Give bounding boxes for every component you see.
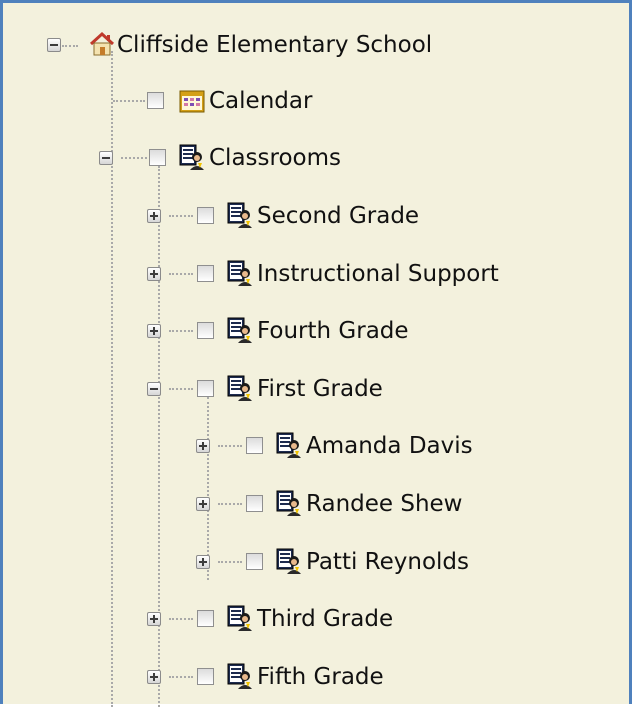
second-grade-checkbox[interactable]	[197, 207, 214, 224]
expand-toggle[interactable]	[147, 209, 161, 223]
tree-node-fourth-grade[interactable]: Fourth Grade	[147, 311, 487, 351]
tree-node-third-grade[interactable]: Third Grade	[147, 599, 467, 639]
home-icon	[89, 31, 115, 57]
tree-node-first-grade[interactable]: First Grade	[147, 369, 467, 409]
instructional-support-checkbox[interactable]	[197, 265, 214, 282]
randee-shew-checkbox[interactable]	[246, 495, 263, 512]
collapse-toggle[interactable]	[147, 382, 161, 396]
tree-view: Cliffside Elementary School Calendar Cla…	[3, 3, 629, 707]
expand-toggle[interactable]	[147, 670, 161, 684]
calendar-checkbox[interactable]	[147, 92, 164, 109]
tree-node-label[interactable]: Third Grade	[257, 605, 393, 633]
classroom-icon	[276, 432, 302, 458]
third-grade-checkbox[interactable]	[197, 610, 214, 627]
tree-node-patti-reynolds[interactable]: Patti Reynolds	[196, 542, 546, 582]
classroom-icon	[227, 260, 253, 286]
classroom-icon	[276, 490, 302, 516]
classroom-icon	[227, 605, 253, 631]
tree-node-randee-shew[interactable]: Randee Shew	[196, 484, 526, 524]
calendar-icon	[179, 88, 205, 114]
tree-node-fifth-grade[interactable]: Fifth Grade	[147, 657, 467, 697]
tree-node-instructional-support[interactable]: Instructional Support	[147, 254, 567, 294]
classroom-icon	[227, 663, 253, 689]
tree-node-classrooms[interactable]: Classrooms	[99, 138, 389, 178]
expand-toggle[interactable]	[196, 439, 210, 453]
tree-node-label[interactable]: Patti Reynolds	[306, 548, 469, 576]
first-grade-checkbox[interactable]	[197, 380, 214, 397]
classroom-icon	[227, 202, 253, 228]
classrooms-checkbox[interactable]	[149, 149, 166, 166]
expand-toggle[interactable]	[147, 324, 161, 338]
classroom-icon	[227, 317, 253, 343]
amanda-davis-checkbox[interactable]	[246, 437, 263, 454]
tree-view-panel: Cliffside Elementary School Calendar Cla…	[0, 0, 632, 707]
expand-toggle[interactable]	[147, 267, 161, 281]
tree-node-root[interactable]: Cliffside Elementary School	[47, 25, 517, 65]
tree-node-label[interactable]: Calendar	[209, 87, 312, 115]
tree-node-amanda-davis[interactable]: Amanda Davis	[196, 426, 526, 466]
tree-node-label[interactable]: Instructional Support	[257, 260, 499, 288]
fourth-grade-checkbox[interactable]	[197, 322, 214, 339]
classroom-icon	[227, 375, 253, 401]
expand-toggle[interactable]	[147, 612, 161, 626]
tree-node-calendar[interactable]: Calendar	[147, 81, 367, 121]
tree-node-label[interactable]: Fourth Grade	[257, 317, 409, 345]
collapse-toggle[interactable]	[99, 151, 113, 165]
fifth-grade-checkbox[interactable]	[197, 668, 214, 685]
patti-reynolds-checkbox[interactable]	[246, 553, 263, 570]
tree-node-label[interactable]: Cliffside Elementary School	[117, 31, 432, 59]
tree-node-label[interactable]: Amanda Davis	[306, 432, 473, 460]
tree-node-label[interactable]: Fifth Grade	[257, 663, 384, 691]
tree-node-label[interactable]: Randee Shew	[306, 490, 463, 518]
tree-guide-line	[113, 100, 145, 102]
expand-toggle[interactable]	[196, 555, 210, 569]
collapse-toggle[interactable]	[47, 38, 61, 52]
expand-toggle[interactable]	[196, 497, 210, 511]
tree-node-second-grade[interactable]: Second Grade	[147, 196, 487, 236]
tree-node-label[interactable]: Classrooms	[209, 144, 341, 172]
classroom-icon	[179, 144, 205, 170]
tree-node-label[interactable]: First Grade	[257, 375, 383, 403]
tree-node-label[interactable]: Second Grade	[257, 202, 419, 230]
classroom-icon	[276, 548, 302, 574]
